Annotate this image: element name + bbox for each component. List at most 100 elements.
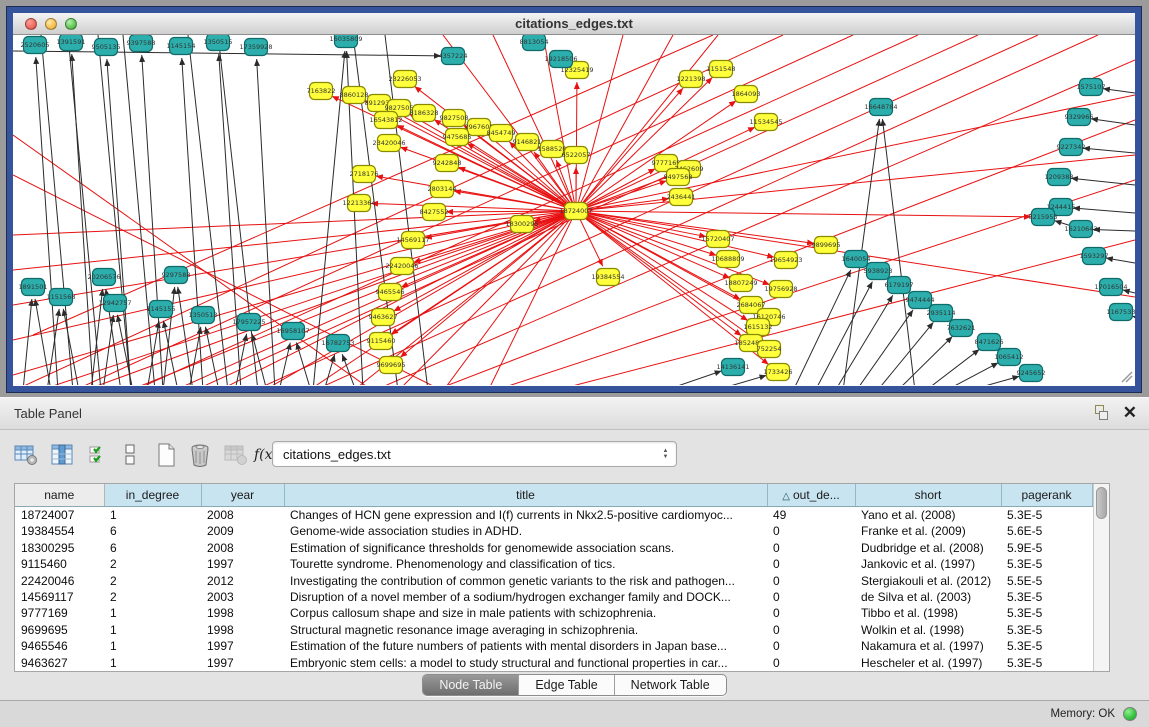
graph-node[interactable]: 9245652 [1017,365,1046,382]
graph-node[interactable]: 17359928 [239,39,272,56]
column-pair-icon[interactable] [116,440,144,470]
graph-edge[interactable] [218,35,258,385]
table-row[interactable]: 1872400712008Changes of HCN gene express… [15,507,1092,523]
graph-node[interactable]: 1391591 [57,35,86,51]
graph-edge[interactable] [308,211,576,385]
float-window-icon[interactable] [1093,405,1109,421]
graph-node[interactable]: 9474444 [906,292,935,309]
graph-edge[interactable] [98,35,131,385]
graph-edge[interactable] [877,322,933,385]
graph-edge[interactable] [35,299,51,385]
graph-edge[interactable] [967,376,1019,385]
resize-grip-icon[interactable] [1119,369,1133,383]
graph-edge[interactable] [815,282,872,385]
graph-edge[interactable] [1071,178,1135,185]
table-row[interactable]: 1456911722003Disruption of a novel membe… [15,589,1092,605]
graph-edge[interactable] [663,371,722,385]
graph-node[interactable]: 16782753 [321,335,354,352]
graph-node[interactable]: 1145154 [167,38,196,55]
graph-node[interactable]: 1891501 [19,279,48,296]
graph-node[interactable]: 16035809 [329,35,362,48]
graph-node[interactable]: 2935114 [927,305,956,322]
graph-node[interactable]: 23420046 [372,135,405,152]
graph-edge[interactable] [882,119,915,385]
graph-node[interactable]: 1350515 [204,35,233,51]
column-header-year[interactable]: year [201,484,284,507]
table-row[interactable]: 1830029562008Estimation of significance … [15,539,1092,555]
graph-node[interactable]: 9242848 [433,155,462,172]
table-row[interactable]: 977716911998Corpus callosum shape and si… [15,605,1092,621]
table-row[interactable]: 969969511998Structural magnetic resonanc… [15,622,1092,638]
graph-edge[interactable] [945,363,998,385]
graph-edge[interactable] [72,54,93,385]
window-titlebar[interactable]: citations_edges.txt [13,13,1135,35]
graph-node[interactable]: 14136141 [716,359,749,376]
graph-node[interactable]: 4357224 [439,48,468,65]
graph-edge[interactable] [1091,119,1135,125]
graph-node[interactable]: 1151548 [707,61,736,78]
graph-node[interactable]: 9463627 [369,309,398,326]
graph-node[interactable]: 19654923 [769,252,802,269]
graph-node[interactable]: 1145155 [147,301,176,318]
graph-node[interactable]: 8186328 [410,105,439,122]
table-row[interactable]: 911546021997Tourette syndrome. Phenomeno… [15,556,1092,572]
graph-node[interactable]: 20206576 [87,269,120,286]
close-icon[interactable]: ✕ [1123,405,1137,421]
graph-node[interactable]: 7163822 [307,83,336,100]
graph-edge[interactable] [13,211,576,305]
graph-edge[interactable] [342,354,356,385]
graph-edge[interactable] [296,342,311,385]
graph-node[interactable]: 8427552 [420,204,449,221]
graph-node[interactable]: 9115460 [367,333,396,350]
graph-edge[interactable] [1083,148,1135,153]
graph-edge[interactable] [142,55,163,385]
scrollbar-thumb[interactable] [1096,487,1107,519]
graph-node[interactable]: 1151568 [47,289,76,306]
graph-node[interactable]: 8813054 [520,35,549,51]
graph-node[interactable]: 9329966 [1065,109,1094,126]
graph-node[interactable]: 9899695 [812,237,841,254]
table-row[interactable]: 946554611997Estimation of the future num… [15,638,1092,654]
graph-edge[interactable] [133,35,918,385]
graph-node[interactable]: 1733426 [764,364,793,381]
graph-edge[interactable] [205,327,219,385]
table-row[interactable]: 2242004622012Investigating the contribut… [15,572,1092,588]
graph-edge[interactable] [1073,208,1135,213]
graph-edge[interactable] [793,270,851,385]
graph-node[interactable]: 19384554 [591,269,624,286]
tab-network-table[interactable]: Network Table [614,675,726,695]
graph-node[interactable]: 9465546 [376,284,405,301]
graph-edge[interactable] [33,35,713,335]
graph-node[interactable]: 5938923 [864,263,893,280]
select-rows-check-icon[interactable] [84,440,112,470]
graph-node[interactable]: 1167533 [1107,304,1135,321]
graph-node[interactable]: 2803144 [428,181,457,198]
graph-edge[interactable] [856,310,913,385]
column-header-in_degree[interactable]: in_degree [104,484,201,507]
graph-node[interactable]: 9397588 [127,35,156,52]
new-file-icon[interactable] [152,440,180,470]
column-header-name[interactable]: name [15,484,104,507]
column-header-out_de[interactable]: △out_de... [767,484,855,507]
tab-edge-table[interactable]: Edge Table [518,675,613,695]
graph-node[interactable]: 23226053 [388,71,421,88]
graph-node[interactable]: 2520605 [21,37,50,54]
graph-edge[interactable] [1103,89,1135,93]
graph-node[interactable]: 7632621 [947,320,976,337]
graph-edge[interactable] [925,349,979,385]
graph-edge[interactable] [1093,229,1135,231]
graph-node[interactable]: 8215953 [1029,209,1058,226]
graph-node[interactable]: 15720407 [701,231,734,248]
graph-node[interactable]: 1640054 [842,251,871,268]
network-table-selector[interactable]: citations_edges.txt ▲▼ [272,441,677,467]
graph-node[interactable]: 9699695 [377,357,406,374]
graph-edge[interactable] [835,295,893,385]
table-row[interactable]: 946362711997Embryonic stem cells: a mode… [15,655,1092,671]
graph-edge[interactable] [397,125,576,211]
graph-node[interactable]: 6179197 [885,277,914,294]
graph-edge[interactable] [68,35,101,385]
column-header-short[interactable]: short [855,484,1001,507]
column-header-pagerank[interactable]: pagerank [1001,484,1092,507]
graph-node[interactable]: 12942757 [98,295,131,312]
table-row[interactable]: 1938455462009Genome-wide association stu… [15,523,1092,539]
